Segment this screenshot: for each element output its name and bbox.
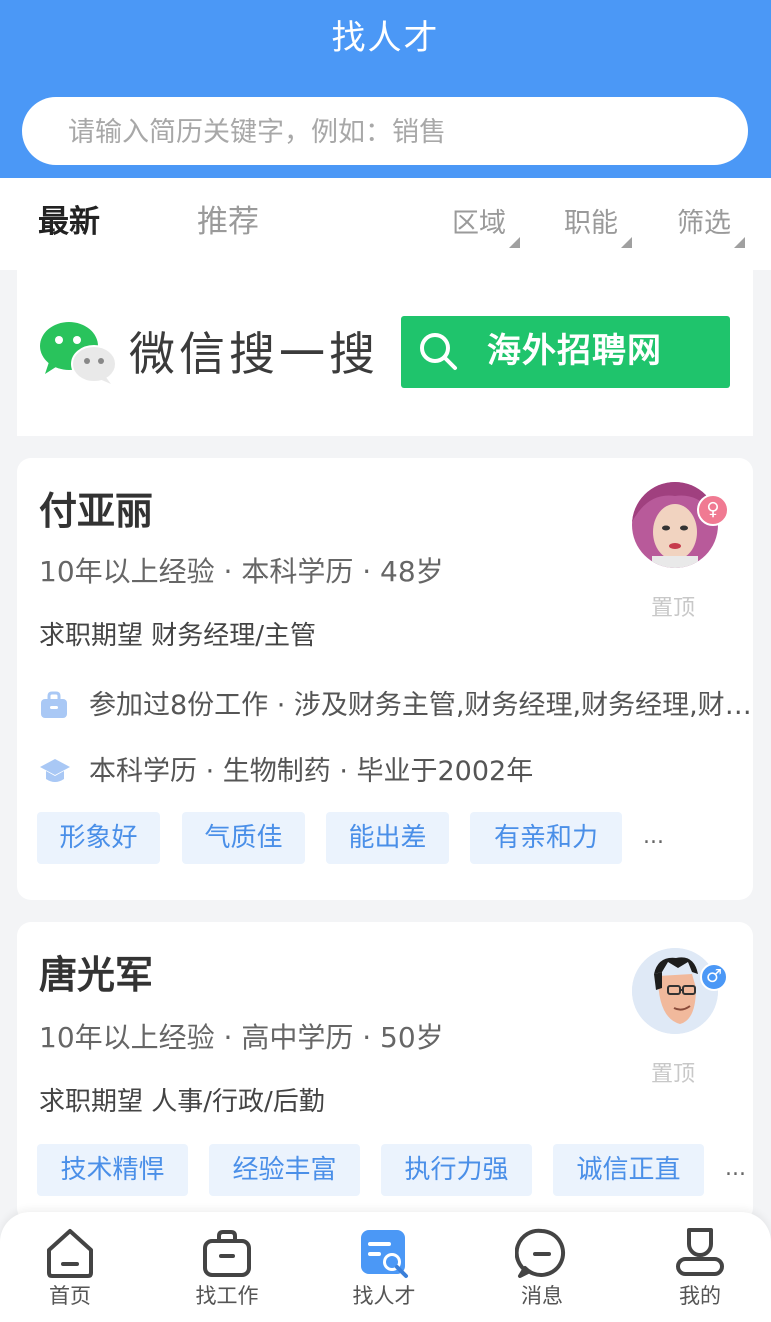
tag: 执行力强 bbox=[381, 1144, 532, 1196]
tag: 经验丰富 bbox=[209, 1144, 360, 1196]
candidate-card[interactable]: 付亚丽 10年以上经验 · 本科学历 · 48岁 求职期望 财务经理/主管 ♀ … bbox=[17, 458, 753, 900]
more-tags-ellipsis: ... bbox=[643, 824, 664, 849]
pin-top-label[interactable]: 置顶 bbox=[651, 594, 695, 624]
tag: 能出差 bbox=[326, 812, 449, 864]
nav-home[interactable]: 首页 bbox=[10, 1226, 130, 1310]
filter-screen-label: 筛选 bbox=[677, 208, 731, 239]
user-icon bbox=[676, 1228, 724, 1276]
dropdown-triangle-icon bbox=[621, 237, 632, 248]
education-text: 本科学历 · 生物制药 · 毕业于2002年 bbox=[89, 756, 534, 787]
tag-list: 形象好 气质佳 能出差 有亲和力 ... bbox=[37, 812, 737, 866]
message-icon bbox=[515, 1228, 566, 1278]
graduation-cap-icon bbox=[40, 759, 70, 782]
tabs-bar: 最新 推荐 区域 职能 筛选 bbox=[0, 178, 771, 270]
search-input[interactable] bbox=[66, 97, 730, 167]
filter-region-label: 区域 bbox=[452, 208, 506, 239]
tab-recommended[interactable]: 推荐 bbox=[197, 200, 259, 244]
candidate-meta: 10年以上经验 · 高中学历 · 50岁 bbox=[39, 1021, 444, 1054]
nav-find-talent[interactable]: 找人才 bbox=[324, 1226, 444, 1310]
briefcase-icon bbox=[41, 691, 67, 718]
tab-latest[interactable]: 最新 bbox=[38, 200, 100, 244]
briefcase-icon bbox=[203, 1230, 251, 1277]
pin-top-label[interactable]: 置顶 bbox=[651, 1060, 695, 1090]
resume-search-icon bbox=[361, 1230, 408, 1278]
candidate-expectation: 求职期望 财务经理/主管 bbox=[39, 621, 317, 651]
tag: 诚信正直 bbox=[553, 1144, 704, 1196]
wechat-search-banner[interactable]: 微信搜一搜 海外招聘网 bbox=[17, 270, 753, 436]
nav-find-job-label: 找工作 bbox=[195, 1284, 259, 1308]
nav-messages-label: 消息 bbox=[521, 1284, 563, 1308]
app-header: 找人才 bbox=[0, 0, 771, 178]
candidate-name: 付亚丽 bbox=[39, 489, 154, 533]
nav-mine-label: 我的 bbox=[679, 1284, 721, 1308]
nav-find-talent-label: 找人才 bbox=[352, 1284, 416, 1308]
avatar bbox=[632, 948, 718, 1034]
filter-function[interactable]: 职能 bbox=[564, 206, 632, 248]
tag: 形象好 bbox=[37, 812, 160, 864]
work-experience-row: 参加过8份工作 · 涉及财务主管,财务经理,财务经理,财务主管 bbox=[39, 686, 753, 726]
tag: 气质佳 bbox=[182, 812, 305, 864]
banner-search-button[interactable]: 海外招聘网 bbox=[401, 316, 730, 388]
male-icon: ♂ bbox=[700, 963, 728, 991]
more-tags-ellipsis: ... bbox=[725, 1156, 746, 1181]
candidate-meta: 10年以上经验 · 本科学历 · 48岁 bbox=[39, 555, 444, 588]
nav-home-label: 首页 bbox=[49, 1284, 91, 1308]
banner-button-label: 海外招聘网 bbox=[487, 331, 662, 371]
candidate-card[interactable]: 唐光军 10年以上经验 · 高中学历 · 50岁 求职期望 人事/行政/后勤 ♂… bbox=[17, 922, 753, 1222]
tag: 技术精悍 bbox=[37, 1144, 188, 1196]
work-experience-text: 参加过8份工作 · 涉及财务主管,财务经理,财务经理,财务主管 bbox=[89, 690, 753, 721]
filter-region[interactable]: 区域 bbox=[452, 206, 520, 248]
tag: 有亲和力 bbox=[470, 812, 622, 864]
dropdown-triangle-icon bbox=[734, 237, 745, 248]
dropdown-triangle-icon bbox=[509, 237, 520, 248]
page-title: 找人才 bbox=[331, 18, 440, 58]
nav-messages[interactable]: 消息 bbox=[482, 1226, 602, 1310]
nav-mine[interactable]: 我的 bbox=[640, 1226, 760, 1310]
wechat-icon bbox=[40, 322, 117, 384]
filter-function-label: 职能 bbox=[564, 208, 618, 239]
banner-text: 微信搜一搜 bbox=[129, 327, 379, 381]
education-row: 本科学历 · 生物制药 · 毕业于2002年 bbox=[39, 752, 753, 792]
bottom-nav: 首页 找工作 找人才 消息 我的 bbox=[0, 1212, 771, 1322]
search-icon bbox=[420, 333, 457, 370]
home-icon bbox=[47, 1229, 93, 1278]
candidate-expectation: 求职期望 人事/行政/后勤 bbox=[39, 1087, 325, 1117]
search-box[interactable] bbox=[22, 97, 748, 167]
female-icon: ♀ bbox=[697, 494, 729, 526]
filter-screen[interactable]: 筛选 bbox=[677, 206, 745, 248]
nav-find-job[interactable]: 找工作 bbox=[167, 1226, 287, 1310]
candidate-name: 唐光军 bbox=[39, 953, 154, 997]
tag-list: 技术精悍 经验丰富 执行力强 诚信正直 ... bbox=[37, 1144, 751, 1198]
